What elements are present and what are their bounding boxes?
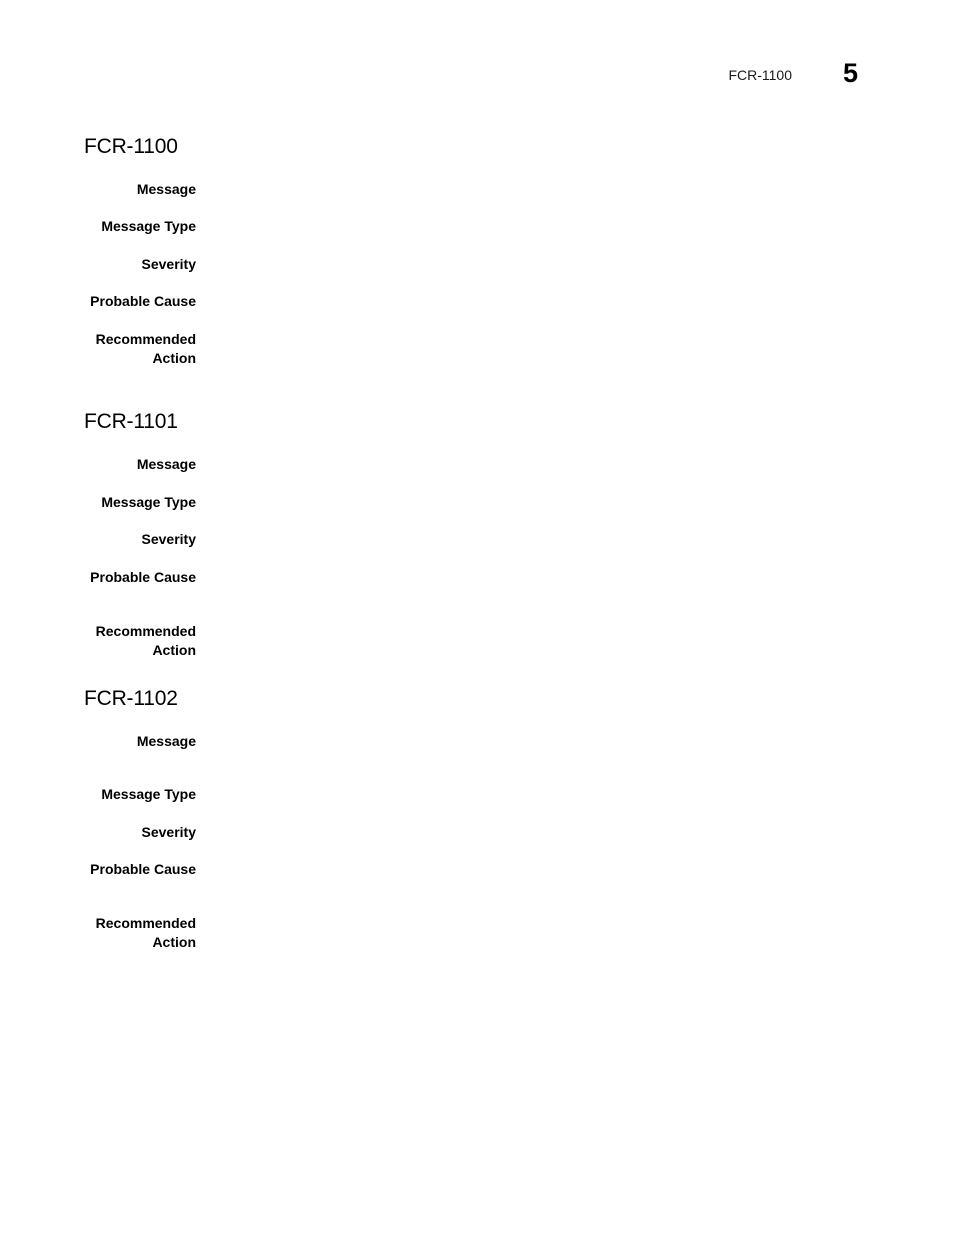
field-message: Message	[84, 732, 196, 751]
field-message-type: Message Type	[84, 217, 196, 236]
section-title: FCR-1102	[84, 687, 178, 710]
running-title: FCR-1100	[728, 67, 792, 83]
field-recommended-action: Recommended Action	[84, 914, 196, 952]
field-probable-cause: Probable Cause	[84, 860, 196, 879]
field-message-type: Message Type	[84, 785, 196, 804]
field-label: Message	[136, 733, 196, 749]
message-section-fcr-1102: FCR-1102 Message Message Type Severity P…	[84, 686, 864, 966]
field-label: Probable Cause	[90, 569, 196, 585]
message-section-fcr-1100: FCR-1100 Message Message Type Severity P…	[84, 134, 864, 374]
field-label-line2: Action	[152, 350, 196, 366]
field-label: Message Type	[101, 494, 196, 510]
field-message: Message	[84, 180, 196, 199]
field-label: Severity	[141, 824, 196, 840]
section-title: FCR-1101	[84, 410, 178, 433]
field-label-line1: Recommended	[95, 331, 196, 347]
field-label: Probable Cause	[90, 293, 196, 309]
field-label-line2: Action	[152, 642, 196, 658]
running-header: FCR-1100 5	[728, 58, 858, 88]
chapter-number: 5	[842, 57, 858, 88]
field-recommended-action: Recommended Action	[84, 622, 196, 660]
field-label-line1: Recommended	[95, 915, 196, 931]
field-label: Severity	[141, 531, 196, 547]
field-label: Probable Cause	[90, 861, 196, 877]
message-section-fcr-1101: FCR-1101 Message Message Type Severity P…	[84, 409, 864, 669]
field-message: Message	[84, 455, 196, 474]
field-label: Message	[136, 181, 196, 197]
field-label-line1: Recommended	[95, 623, 196, 639]
field-recommended-action: Recommended Action	[84, 330, 196, 368]
field-label: Message	[136, 456, 196, 472]
field-message-type: Message Type	[84, 493, 196, 512]
field-probable-cause: Probable Cause	[84, 568, 196, 587]
field-label-line2: Action	[152, 934, 196, 950]
field-label: Message Type	[101, 786, 196, 802]
section-title: FCR-1100	[84, 135, 178, 158]
field-label: Message Type	[101, 218, 196, 234]
field-severity: Severity	[84, 823, 196, 842]
field-label: Severity	[141, 256, 196, 272]
field-severity: Severity	[84, 530, 196, 549]
field-severity: Severity	[84, 255, 196, 274]
field-probable-cause: Probable Cause	[84, 292, 196, 311]
